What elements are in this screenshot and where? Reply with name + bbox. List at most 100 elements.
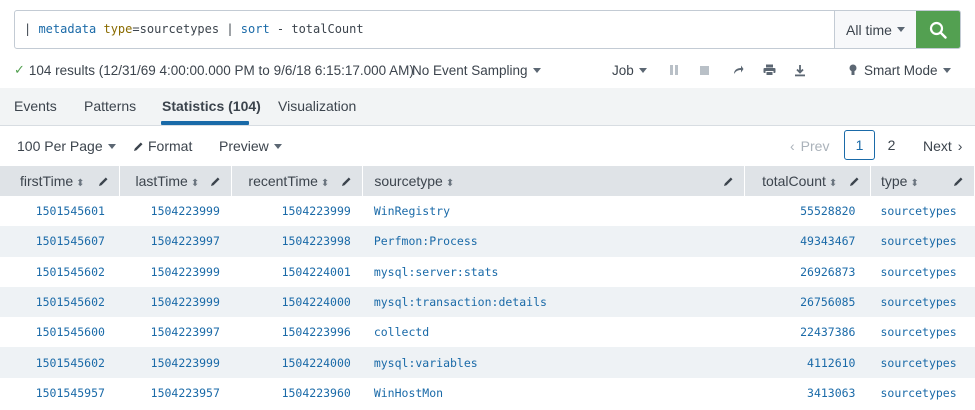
sort-icon[interactable]: ⬍: [910, 178, 918, 189]
column-header-recenttime[interactable]: recentTime ⬍: [231, 166, 364, 196]
cell-sourcetype[interactable]: WinRegistry: [363, 196, 745, 226]
cell-type[interactable]: sourcetypes: [870, 347, 975, 378]
search-mode-dropdown[interactable]: Smart Mode: [849, 60, 951, 80]
cell-firsttime[interactable]: 1501545602: [0, 257, 120, 287]
next-page-button[interactable]: Next ›: [923, 126, 962, 166]
search-query-input[interactable]: | metadata type=sourcetypes | sort - tot…: [15, 11, 834, 48]
cell-recenttime[interactable]: 1504224000: [231, 286, 363, 318]
cell-type[interactable]: sourcetypes: [870, 286, 975, 318]
preview-dropdown[interactable]: Preview: [219, 126, 282, 166]
pencil-icon[interactable]: [98, 174, 109, 190]
cell-totalcount[interactable]: 55528820: [745, 196, 871, 226]
cell-sourcetype[interactable]: mysql:variables: [362, 347, 745, 378]
cell-totalcount[interactable]: 26756085: [744, 286, 871, 318]
cell-lasttime[interactable]: 1504223957: [120, 378, 232, 408]
cell-lasttime[interactable]: 1504223997: [119, 226, 232, 257]
time-range-picker[interactable]: All time: [834, 11, 916, 48]
share-button[interactable]: [732, 60, 744, 80]
checkmark-icon: ✓: [14, 62, 25, 77]
chevron-down-icon: [107, 143, 116, 149]
prev-page-button[interactable]: ‹ Prev: [790, 126, 829, 166]
pencil-icon[interactable]: [341, 174, 352, 190]
stop-button[interactable]: [699, 60, 710, 80]
cell-sourcetype[interactable]: collectd: [363, 317, 745, 347]
sort-icon[interactable]: ⬍: [321, 178, 329, 189]
stop-icon: [700, 65, 709, 75]
pencil-icon[interactable]: [210, 174, 221, 190]
cell-firsttime[interactable]: 1501545607: [0, 226, 120, 257]
table-row: 1501545607 1504223997 1504223998 Perfmon:Pr…: [0, 226, 975, 257]
cell-type[interactable]: sourcetypes: [870, 226, 975, 257]
table-row: 1501545602 1504223999 1504224000 mysql:tran…: [0, 286, 975, 318]
cell-recenttime[interactable]: 1504223999: [232, 196, 363, 226]
column-header-lasttime[interactable]: lastTime ⬍: [119, 166, 233, 196]
cell-firsttime[interactable]: 1501545602: [0, 347, 120, 378]
cell-sourcetype[interactable]: Perfmon:Process: [362, 226, 745, 257]
cell-recenttime[interactable]: 1504223998: [231, 226, 363, 257]
job-menu-label: Job: [612, 62, 634, 78]
cell-lasttime[interactable]: 1504223999: [120, 196, 232, 226]
cell-sourcetype[interactable]: mysql:transaction:details: [362, 286, 745, 318]
pencil-icon[interactable]: [723, 174, 734, 190]
chevron-left-icon: ‹: [790, 138, 795, 154]
cell-sourcetype[interactable]: WinHostMon: [363, 378, 745, 408]
cell-recenttime[interactable]: 1504223960: [232, 378, 363, 408]
query-token: |: [24, 22, 39, 36]
column-header-totalcount[interactable]: totalCount ⬍: [744, 166, 871, 196]
cell-totalcount[interactable]: 26926873: [745, 257, 871, 287]
job-menu[interactable]: Job: [612, 60, 647, 80]
search-button[interactable]: [916, 11, 960, 48]
active-tab-indicator: [161, 121, 249, 125]
cell-firsttime[interactable]: 1501545600: [0, 317, 120, 347]
cell-lasttime[interactable]: 1504223999: [120, 257, 232, 287]
format-button[interactable]: Format: [133, 126, 192, 166]
cell-type[interactable]: sourcetypes: [870, 378, 974, 408]
cell-totalcount[interactable]: 3413063: [745, 378, 871, 408]
cell-recenttime[interactable]: 1504224001: [232, 257, 363, 287]
chevron-down-icon: [942, 67, 951, 73]
page-2-button[interactable]: 2: [876, 130, 907, 160]
tab-statistics[interactable]: Statistics (104): [162, 98, 261, 114]
sort-icon[interactable]: ⬍: [446, 178, 454, 189]
cell-type[interactable]: sourcetypes: [870, 257, 974, 287]
pause-button[interactable]: [669, 60, 679, 80]
export-button[interactable]: [794, 60, 806, 80]
cell-lasttime[interactable]: 1504223999: [119, 347, 232, 378]
per-page-dropdown[interactable]: 100 Per Page: [17, 126, 116, 166]
column-header-type[interactable]: type ⬍: [870, 166, 975, 196]
column-name: type: [880, 173, 908, 189]
cell-type[interactable]: sourcetypes: [870, 196, 974, 226]
results-summary: ✓ 104 results (12/31/69 4:00:00.000 PM t…: [14, 60, 414, 80]
pencil-icon[interactable]: [953, 174, 964, 190]
cell-totalcount[interactable]: 22437386: [745, 317, 871, 347]
cell-type[interactable]: sourcetypes: [870, 317, 974, 347]
cell-firsttime[interactable]: 1501545957: [0, 378, 120, 408]
time-range-label: All time: [846, 21, 892, 38]
chevron-down-icon: [896, 27, 905, 32]
cell-sourcetype[interactable]: mysql:server:stats: [363, 257, 745, 287]
cell-totalcount[interactable]: 4112610: [744, 347, 871, 378]
table-controls: 100 Per Page Format Preview ‹ Prev 1 2 N…: [0, 126, 975, 166]
pencil-icon[interactable]: [849, 174, 860, 190]
sort-icon[interactable]: ⬍: [76, 178, 84, 189]
sort-icon[interactable]: ⬍: [191, 178, 199, 189]
statistics-table: firstTime ⬍ lastTime ⬍ recentTime ⬍ sourcetype…: [0, 166, 975, 408]
tab-visualization[interactable]: Visualization: [278, 98, 356, 114]
cell-firsttime[interactable]: 1501545602: [0, 286, 120, 318]
tab-patterns[interactable]: Patterns: [84, 98, 136, 114]
cell-firsttime[interactable]: 1501545601: [0, 196, 120, 226]
cell-lasttime[interactable]: 1504223999: [119, 286, 232, 318]
cell-totalcount[interactable]: 49343467: [744, 226, 871, 257]
cell-recenttime[interactable]: 1504223996: [232, 317, 363, 347]
cell-recenttime[interactable]: 1504224000: [231, 347, 363, 378]
query-token: sort: [240, 22, 270, 36]
page-1-button[interactable]: 1: [844, 130, 875, 160]
print-button[interactable]: [763, 60, 776, 80]
event-sampling-dropdown[interactable]: No Event Sampling: [412, 60, 541, 80]
query-token: metadata: [38, 22, 97, 36]
column-header-firsttime[interactable]: firstTime ⬍: [0, 166, 121, 196]
tab-events[interactable]: Events: [14, 98, 57, 114]
sort-icon[interactable]: ⬍: [829, 178, 837, 189]
cell-lasttime[interactable]: 1504223997: [120, 317, 232, 347]
column-header-sourcetype[interactable]: sourcetype ⬍: [362, 166, 746, 196]
